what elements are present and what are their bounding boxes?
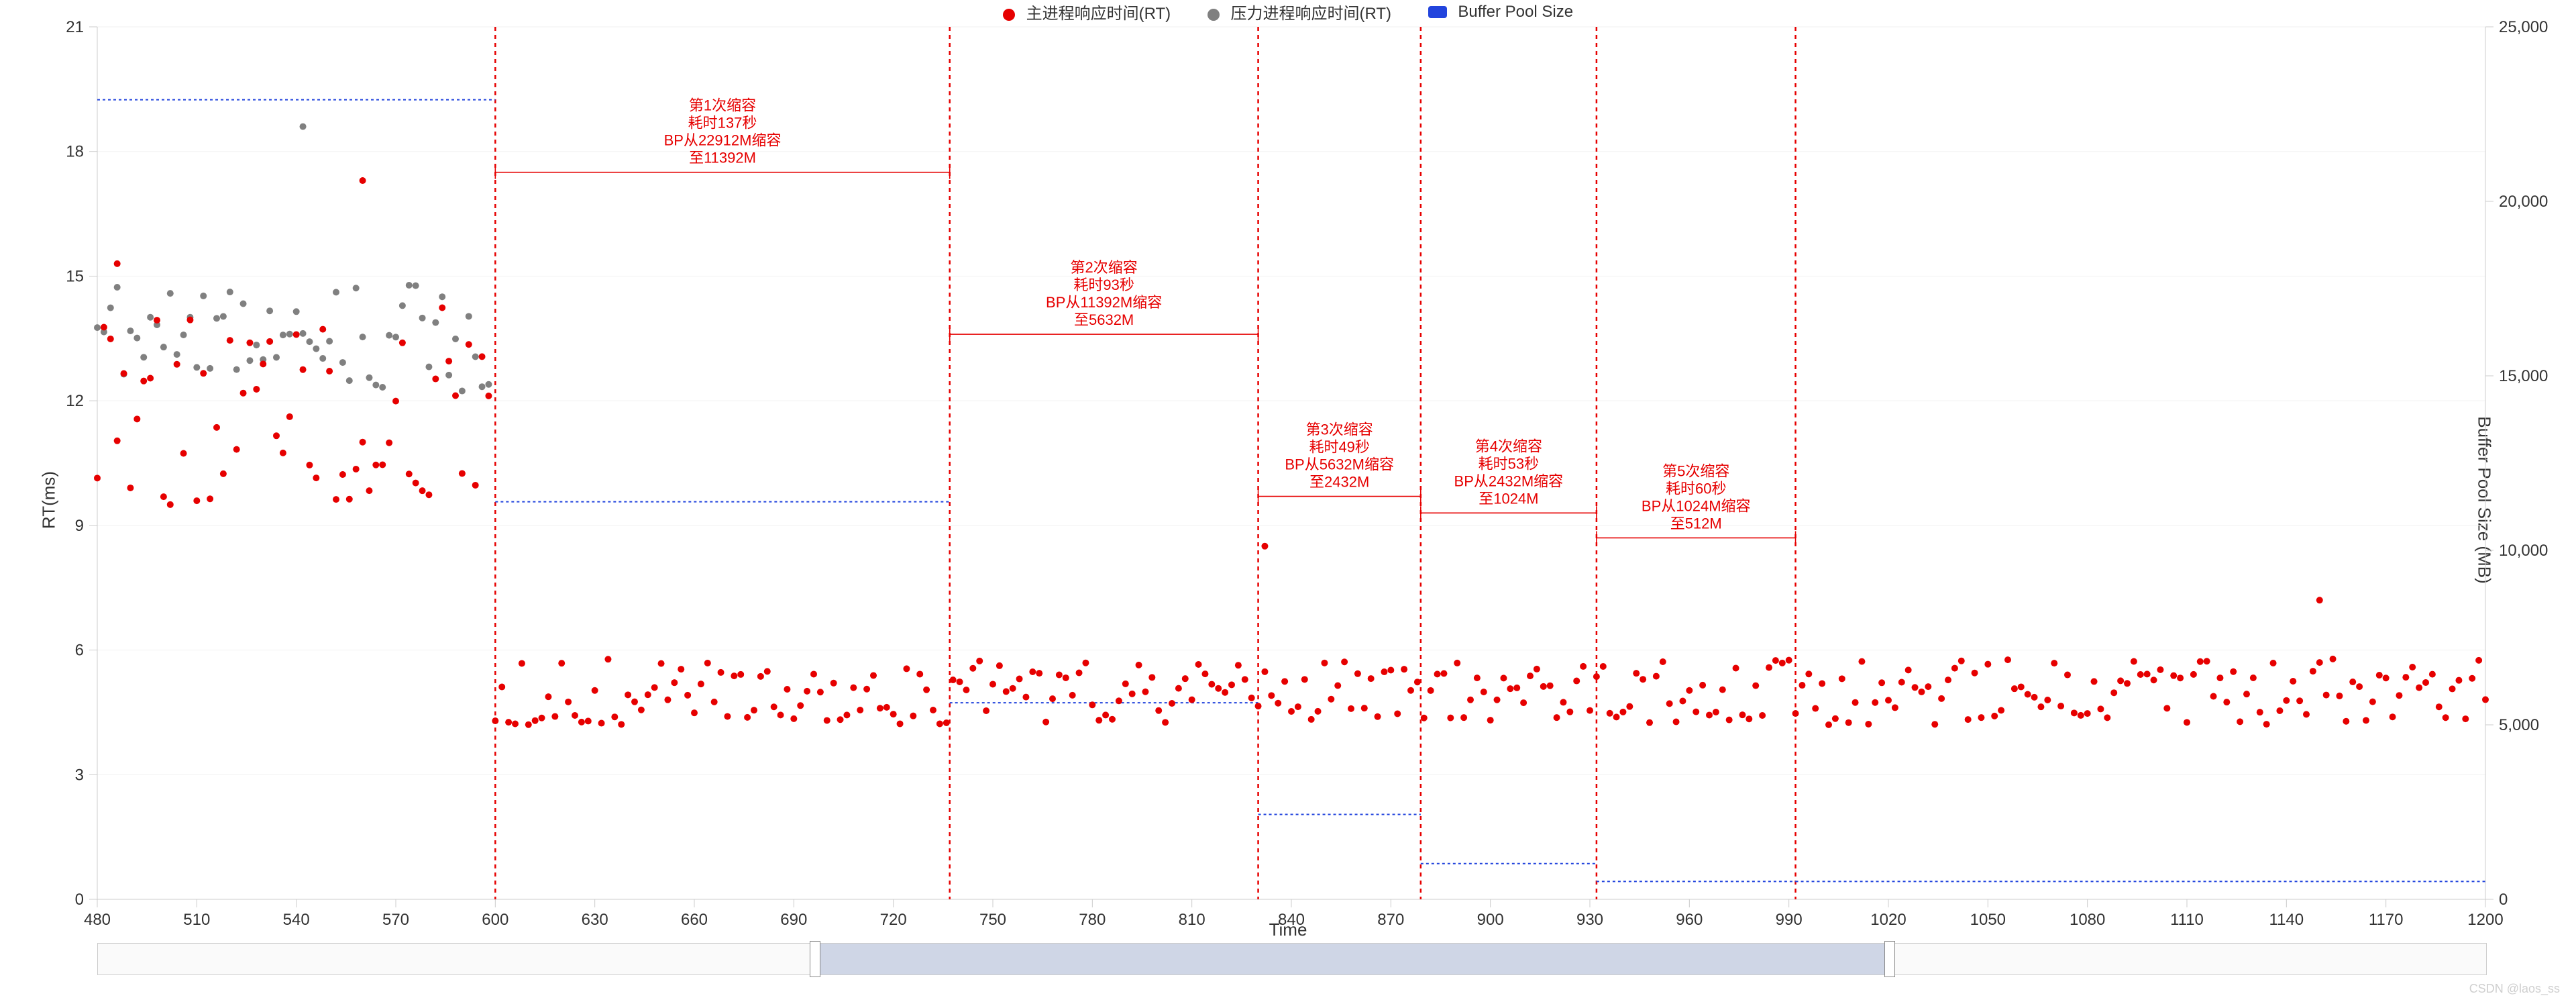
legend-label: 主进程响应时间(RT) xyxy=(1026,5,1171,23)
annotation: 第4次缩容耗时53秒BP从2432M缩容至1024M xyxy=(1421,438,1597,519)
range-slider-handle-right[interactable] xyxy=(1884,941,1895,977)
svg-text:15,000: 15,000 xyxy=(2499,367,2548,385)
legend[interactable]: 主进程响应时间(RT) 压力进程响应时间(RT) Buffer Pool Siz… xyxy=(0,0,2576,23)
svg-text:1200: 1200 xyxy=(2467,911,2503,929)
svg-text:BP从5632M缩容: BP从5632M缩容 xyxy=(1285,456,1394,473)
svg-text:720: 720 xyxy=(880,911,907,929)
svg-text:20,000: 20,000 xyxy=(2499,193,2548,211)
legend-item-main-rt[interactable]: 主进程响应时间(RT) xyxy=(1003,0,1171,23)
svg-text:10,000: 10,000 xyxy=(2499,542,2548,560)
svg-text:840: 840 xyxy=(1278,911,1305,929)
svg-text:25,000: 25,000 xyxy=(2499,18,2548,36)
svg-text:第4次缩容: 第4次缩容 xyxy=(1475,438,1542,454)
svg-text:至11392M: 至11392M xyxy=(689,150,756,166)
svg-text:1050: 1050 xyxy=(1970,911,2006,929)
svg-text:12: 12 xyxy=(66,392,84,410)
svg-text:第3次缩容: 第3次缩容 xyxy=(1306,421,1373,438)
buffer-pool-line xyxy=(97,100,2485,882)
legend-label: Buffer Pool Size xyxy=(1458,3,1573,21)
svg-text:930: 930 xyxy=(1576,911,1603,929)
svg-text:耗时53秒: 耗时53秒 xyxy=(1479,455,1539,472)
svg-text:690: 690 xyxy=(780,911,807,929)
svg-text:耗时93秒: 耗时93秒 xyxy=(1073,277,1134,293)
legend-label: 压力进程响应时间(RT) xyxy=(1231,5,1392,23)
svg-text:570: 570 xyxy=(382,911,409,929)
svg-text:480: 480 xyxy=(84,911,111,929)
svg-text:15: 15 xyxy=(66,267,84,285)
svg-text:510: 510 xyxy=(183,911,210,929)
legend-item-pressure-rt[interactable]: 压力进程响应时间(RT) xyxy=(1208,0,1391,23)
svg-text:600: 600 xyxy=(482,911,508,929)
svg-text:990: 990 xyxy=(1776,911,1803,929)
svg-text:1110: 1110 xyxy=(2170,911,2204,929)
svg-text:6: 6 xyxy=(75,642,84,660)
svg-text:9: 9 xyxy=(75,517,84,535)
svg-text:0: 0 xyxy=(2499,891,2508,909)
svg-text:5,000: 5,000 xyxy=(2499,716,2539,734)
svg-text:BP从2432M缩容: BP从2432M缩容 xyxy=(1454,472,1564,489)
svg-text:1080: 1080 xyxy=(2070,911,2105,929)
range-slider-fill xyxy=(814,944,1889,974)
svg-text:第5次缩容: 第5次缩容 xyxy=(1662,462,1729,479)
svg-text:21: 21 xyxy=(66,18,84,36)
svg-text:第2次缩容: 第2次缩容 xyxy=(1071,259,1138,276)
y1-axis: 0 3 6 9 12 15 18 21 xyxy=(66,18,97,909)
svg-text:至512M: 至512M xyxy=(1670,515,1722,532)
svg-text:1020: 1020 xyxy=(1870,911,1906,929)
svg-text:第1次缩容: 第1次缩容 xyxy=(689,97,756,114)
svg-text:900: 900 xyxy=(1477,911,1504,929)
svg-text:BP从1024M缩容: BP从1024M缩容 xyxy=(1642,497,1751,514)
svg-text:1140: 1140 xyxy=(2269,911,2304,929)
annotation: 第3次缩容耗时49秒BP从5632M缩容至2432M xyxy=(1258,421,1421,503)
svg-text:BP从11392M缩容: BP从11392M缩容 xyxy=(1046,294,1162,311)
y1-axis-label: RT(ms) xyxy=(39,471,60,529)
watermark: CSDN @laos_ss xyxy=(2469,982,2560,996)
y2-axis: 0 5,000 10,000 15,000 20,000 25,000 xyxy=(2485,18,2548,909)
svg-text:1170: 1170 xyxy=(2369,911,2404,929)
points-main xyxy=(94,177,2489,728)
svg-text:至1024M: 至1024M xyxy=(1479,490,1538,507)
svg-text:630: 630 xyxy=(582,911,608,929)
range-slider-handle-left[interactable] xyxy=(810,941,820,977)
svg-text:至5632M: 至5632M xyxy=(1074,311,1134,328)
legend-marker-main-rt xyxy=(1003,9,1015,21)
svg-text:870: 870 xyxy=(1377,911,1404,929)
svg-text:3: 3 xyxy=(75,766,84,784)
legend-item-buffer-pool[interactable]: Buffer Pool Size xyxy=(1428,3,1573,21)
svg-text:耗时137秒: 耗时137秒 xyxy=(688,115,757,132)
svg-text:耗时60秒: 耗时60秒 xyxy=(1666,480,1726,497)
svg-text:540: 540 xyxy=(283,911,310,929)
x-range-slider[interactable] xyxy=(97,943,2487,975)
svg-text:660: 660 xyxy=(681,911,708,929)
annotation: 第5次缩容耗时60秒BP从1024M缩容至512M xyxy=(1597,462,1796,544)
svg-text:BP从22912M缩容: BP从22912M缩容 xyxy=(664,132,782,149)
legend-marker-pressure-rt xyxy=(1208,9,1220,21)
svg-text:0: 0 xyxy=(75,891,84,909)
svg-text:780: 780 xyxy=(1079,911,1106,929)
svg-text:960: 960 xyxy=(1676,911,1703,929)
plot-svg: 4805105405706006306606907207507808108408… xyxy=(97,27,2485,899)
svg-text:耗时49秒: 耗时49秒 xyxy=(1309,439,1369,456)
points-press xyxy=(94,123,492,395)
plot-area[interactable]: 4805105405706006306606907207507808108408… xyxy=(97,27,2485,899)
svg-text:810: 810 xyxy=(1179,911,1205,929)
svg-text:18: 18 xyxy=(66,143,84,161)
svg-text:750: 750 xyxy=(979,911,1006,929)
annotation: 第1次缩容耗时137秒BP从22912M缩容至11392M xyxy=(495,97,949,179)
legend-marker-buffer-pool xyxy=(1428,6,1447,18)
svg-text:至2432M: 至2432M xyxy=(1309,474,1369,491)
annotation: 第2次缩容耗时93秒BP从11392M缩容至5632M xyxy=(950,259,1258,341)
